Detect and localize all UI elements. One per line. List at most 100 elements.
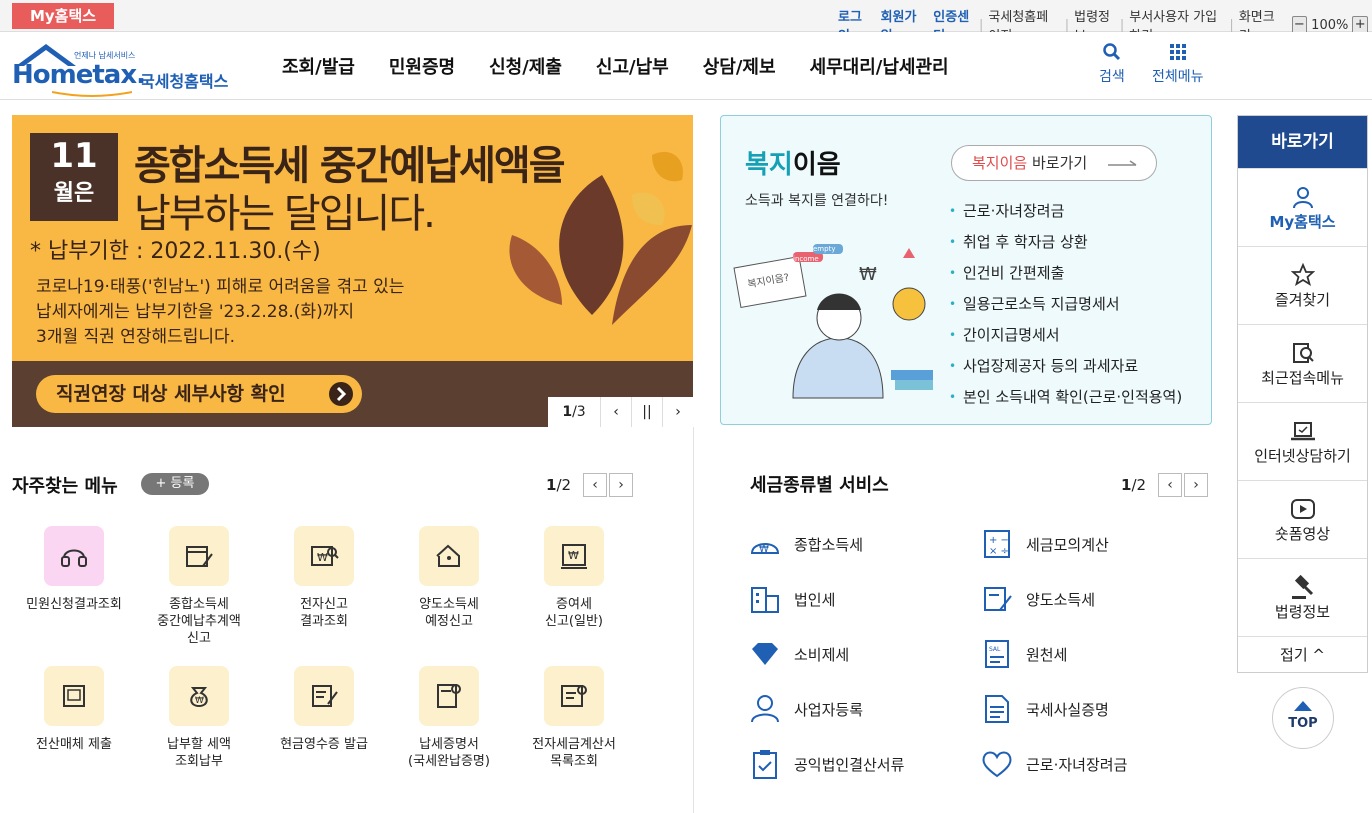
svg-text:+ −: + − (989, 535, 1009, 546)
person-register-icon (748, 692, 782, 726)
headset-icon (44, 526, 104, 586)
scroll-top-button[interactable]: TOP (1272, 687, 1334, 749)
quick-recent[interactable]: 최근접속메뉴 (1238, 324, 1367, 402)
clipboard-check-icon (748, 747, 782, 781)
nav-certificate[interactable]: 민원증명 (389, 53, 455, 79)
favorite-item[interactable]: 민원신청결과조회 (14, 526, 134, 613)
top-label: TOP (1288, 716, 1318, 731)
banner-cta-button[interactable]: 직권연장 대상 세부사항 확인 (36, 375, 362, 413)
quick-online-consult[interactable]: 인터넷상담하기 (1238, 402, 1367, 480)
register-button[interactable]: + 등록 (141, 473, 209, 495)
all-menu-button[interactable]: 전체메뉴 (1152, 42, 1204, 86)
welfare-list-item[interactable]: 일용근로소득 지급명세서 (949, 289, 1182, 320)
welfare-go-button[interactable]: 복지이음 바로가기 (951, 145, 1157, 181)
favorite-item-label: 전자세금계산서 목록조회 (532, 737, 616, 769)
nav-agent[interactable]: 세무대리/납세관리 (810, 53, 949, 79)
document-pen-icon (980, 582, 1014, 616)
heart-icon (980, 747, 1014, 781)
search-button[interactable]: 검색 (1099, 42, 1125, 86)
quick-shortform[interactable]: 숏폼영상 (1238, 480, 1367, 558)
welfare-list-item[interactable]: 간이지급명세서 (949, 320, 1182, 351)
tax-service-label: 소비제세 (794, 645, 850, 664)
tax-service-item[interactable]: 법인세 (748, 582, 835, 616)
favorite-item[interactable]: 납세증명서 (국세완납증명) (389, 666, 509, 770)
tax-service-item[interactable]: SAL 원천세 (980, 637, 1067, 671)
tax-service-item[interactable]: 근로·자녀장려금 (980, 747, 1127, 781)
favorites-next-button[interactable]: › (609, 473, 634, 497)
banner-pause-button[interactable]: || (631, 397, 662, 427)
tax-service-item[interactable]: 공익법인결산서류 (748, 747, 904, 781)
nav-inquiry[interactable]: 조회/발급 (282, 53, 355, 79)
favorite-item-label: 납부할 세액 조회납부 (167, 737, 231, 769)
banner-controls: 1/3 ‹ || › (548, 397, 693, 427)
favorite-item[interactable]: 현금영수증 발급 (264, 666, 384, 753)
favorite-item[interactable]: 종합소득세 중간예납추계액 신고 (139, 526, 259, 647)
main-banner[interactable]: 11 월은 종합소득세 중간예납세액을 납부하는 달입니다. * 납부기한 : … (12, 115, 693, 427)
hometax-logo[interactable]: 언제나 납세서비스 Hometax. 국세청홈택스 (12, 38, 242, 97)
quick-item-label: My홈택스 (1269, 213, 1336, 231)
quick-favorites[interactable]: 즐겨찾기 (1238, 246, 1367, 324)
favorites-prev-button[interactable]: ‹ (583, 473, 608, 497)
gift-won-icon: ₩ (544, 526, 604, 586)
favorite-item-label: 현금영수증 발급 (280, 737, 368, 752)
favorite-item[interactable]: ₩ 증여세 신고(일반) (514, 526, 634, 630)
favorite-item[interactable]: 전산매체 제출 (14, 666, 134, 753)
grid-menu-icon (1169, 44, 1186, 60)
quick-fold-button[interactable]: 접기 ^ (1238, 636, 1367, 672)
banner-desc-line: 코로나19·태풍('힌남노') 피해로 어려움을 겪고 있는 (36, 277, 405, 297)
quick-item-label: 최근접속메뉴 (1261, 369, 1344, 387)
salary-slip-icon: SAL (980, 637, 1014, 671)
welfare-list-item[interactable]: 취업 후 학자금 상환 (949, 227, 1182, 258)
welfare-tag-empty: empty (813, 245, 836, 253)
favorite-item[interactable]: 전자세금계산서 목록조회 (514, 666, 634, 770)
welfare-panel[interactable]: 복지이음 소득과 복지를 연결하다! 복지이음 바로가기 복지이음? empty… (720, 115, 1212, 425)
star-icon (1238, 261, 1367, 289)
favorite-item-label: 양도소득세 예정신고 (419, 597, 479, 629)
tax-service-item[interactable]: ₩ 종합소득세 (748, 527, 863, 561)
welfare-go-b: 바로가기 (1027, 154, 1088, 172)
welfare-currency: ₩ (859, 264, 877, 285)
favorite-item[interactable]: ₩ 납부할 세액 조회납부 (139, 666, 259, 770)
tax-service-label: 법인세 (794, 590, 836, 609)
separator: | (1229, 17, 1234, 33)
tax-service-item[interactable]: 소비제세 (748, 637, 849, 671)
favorite-item-label: 민원신청결과조회 (26, 597, 122, 612)
separator: | (979, 17, 984, 33)
quick-law-info[interactable]: 법령정보 (1238, 558, 1367, 636)
welfare-tag-income: income (793, 255, 819, 263)
quick-item-label: 법령정보 (1274, 603, 1331, 621)
invoice-search-icon (544, 666, 604, 726)
favorite-item[interactable]: ₩ 전자신고 결과조회 (264, 526, 384, 630)
fact-document-icon (980, 692, 1014, 726)
welfare-list-item[interactable]: 사업장제공자 등의 과세자료 (949, 351, 1182, 382)
nav-application[interactable]: 신청/제출 (489, 53, 562, 79)
tax-prev-button[interactable]: ‹ (1158, 473, 1183, 497)
top-utility-bar: My홈택스 로그인 회원가입 인증센터 | 국세청홈페이지 | 법령정보 | 부… (0, 0, 1372, 44)
quick-my-hometax[interactable]: My홈택스 (1238, 168, 1367, 246)
favorite-item[interactable]: 양도소득세 예정신고 (389, 526, 509, 630)
welfare-list-item[interactable]: 근로·자녀장려금 (949, 196, 1182, 227)
welfare-list-item[interactable]: 본인 소득내역 확인(근로·인적용역) (949, 382, 1182, 413)
banner-next-button[interactable]: › (662, 397, 693, 427)
banner-due-date: * 납부기한 : 2022.11.30.(수) (30, 239, 321, 264)
logo-korean-text: 국세청홈택스 (140, 72, 229, 91)
nav-consult[interactable]: 상담/제보 (703, 53, 776, 79)
tax-next-button[interactable]: › (1184, 473, 1209, 497)
money-hand-icon: ₩ (748, 527, 782, 561)
tax-service-item[interactable]: + − × ÷ 세금모의계산 (980, 527, 1109, 561)
welfare-list-item[interactable]: 인건비 간편제출 (949, 258, 1182, 289)
tax-service-item[interactable]: 양도소득세 (980, 582, 1095, 616)
welfare-illustration (733, 244, 933, 399)
my-hometax-badge[interactable]: My홈택스 (12, 3, 114, 29)
nav-report-pay[interactable]: 신고/납부 (596, 53, 669, 79)
month-suffix: 월은 (53, 181, 95, 206)
play-icon (1238, 495, 1367, 523)
tax-service-item[interactable]: 국세사실증명 (980, 692, 1109, 726)
svg-text:× ÷: × ÷ (989, 546, 1009, 557)
logo-main-text: Hometax. (12, 60, 146, 90)
certificate-icon (419, 666, 479, 726)
banner-prev-button[interactable]: ‹ (600, 397, 631, 427)
tax-service-item[interactable]: 사업자등록 (748, 692, 863, 726)
favorites-page-current: 1 (546, 476, 557, 494)
favorites-page-total: /2 (556, 476, 572, 494)
